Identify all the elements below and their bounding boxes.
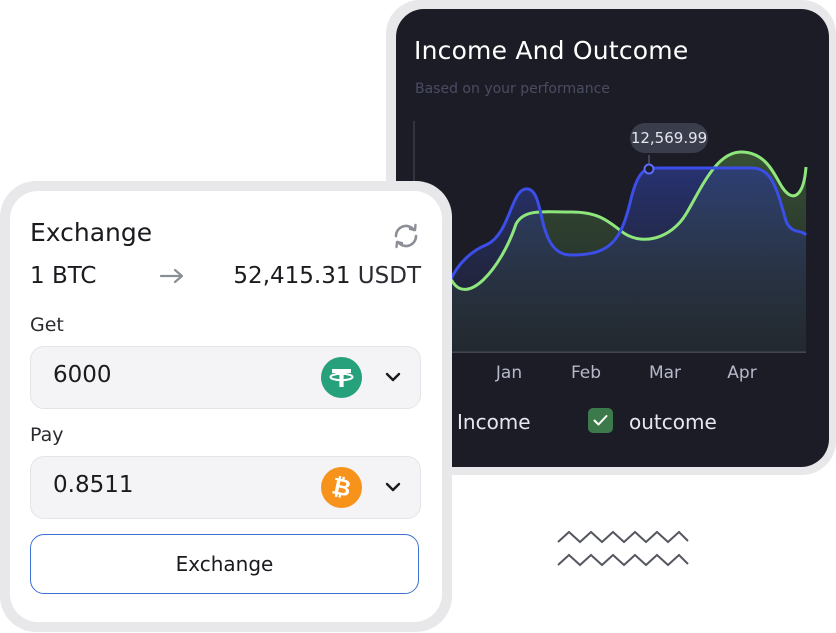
chevron-down-icon[interactable] (385, 482, 401, 492)
income-outcome-chart-card: Income And Outcome Based on your perform… (396, 9, 829, 467)
get-amount-field[interactable]: 6000 (30, 346, 421, 409)
get-amount-value[interactable]: 6000 (53, 362, 112, 388)
x-tick-mar: Mar (648, 363, 682, 383)
rate-to-unit: USDT (357, 263, 421, 289)
tooltip-value: 12,569.99 (631, 129, 707, 147)
tether-icon[interactable] (321, 357, 362, 398)
exchange-button[interactable]: Exchange (30, 534, 419, 594)
rate-to: 52,415.31 USDT (233, 263, 421, 289)
exchange-title: Exchange (30, 218, 153, 247)
rate-from: 1 BTC (30, 263, 97, 289)
legend-income-label[interactable]: Income (457, 410, 531, 434)
pay-label: Pay (30, 424, 64, 446)
checkmark-icon (593, 415, 608, 426)
rate-to-amount: 52,415.31 (233, 263, 351, 289)
exchange-card: Exchange 1 BTC 52,415.31 USDT Get 6000 P… (10, 191, 442, 622)
arrow-right-icon (159, 268, 184, 284)
svg-text:₿: ₿ (330, 473, 354, 502)
zigzag-decoration (557, 530, 689, 567)
highlighted-data-point[interactable] (643, 163, 655, 175)
chevron-down-icon[interactable] (385, 372, 401, 382)
x-tick-jan: Jan (495, 363, 523, 383)
legend-outcome-checkbox[interactable] (588, 408, 613, 433)
pay-amount-value[interactable]: 0.8511 (53, 472, 133, 498)
x-tick-apr: Apr (727, 363, 757, 383)
get-label: Get (30, 314, 64, 336)
x-tick-feb: Feb (570, 363, 602, 383)
bitcoin-icon[interactable]: ₿ (321, 467, 362, 508)
line-chart: 12,569.99 (413, 121, 808, 353)
refresh-icon[interactable] (391, 221, 421, 251)
legend-outcome-label[interactable]: outcome (629, 410, 717, 434)
pay-amount-field[interactable]: 0.8511 ₿ (30, 456, 421, 519)
income-area (451, 167, 806, 352)
